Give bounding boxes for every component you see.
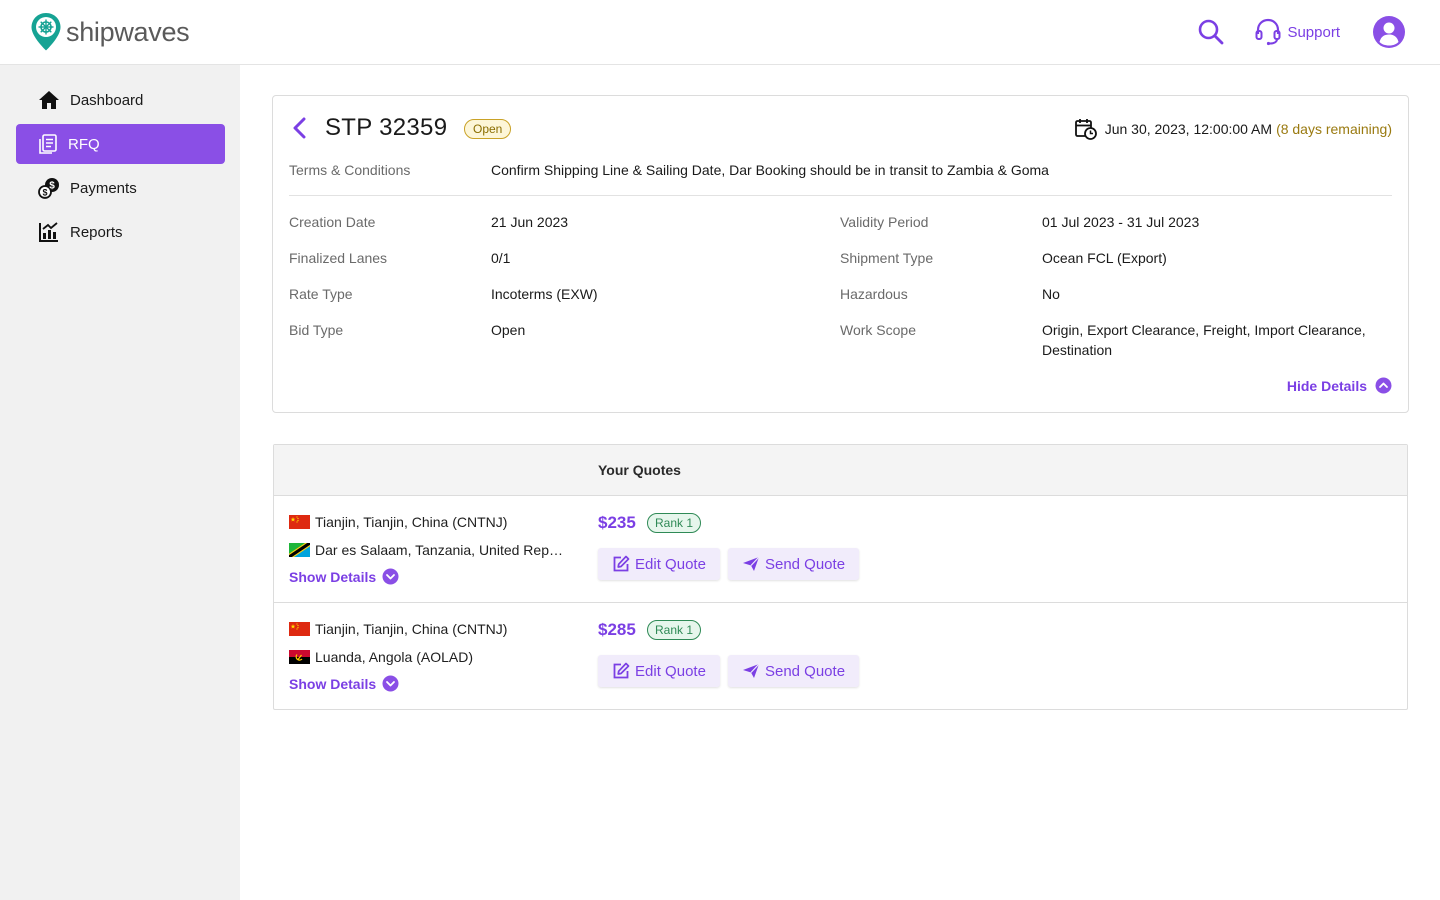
- origin-port-name: Tianjin, Tianjin, China (CNTNJ): [315, 621, 508, 637]
- sidebar-item-label: Reports: [70, 223, 123, 241]
- sidebar: Dashboard RFQ $ $ Payments Reports: [0, 65, 240, 900]
- chevron-left-icon: [293, 117, 306, 139]
- destination-port: Luanda, Angola (AOLAD): [289, 649, 473, 665]
- creation-date-label: Creation Date: [289, 214, 376, 230]
- origin-port: Tianjin, Tianjin, China (CNTNJ): [289, 514, 507, 530]
- destination-port: Dar es Salaam, Tanzania, United Republic…: [289, 542, 563, 558]
- finalized-lanes-label: Finalized Lanes: [289, 250, 388, 266]
- work-scope-label: Work Scope: [840, 322, 916, 338]
- sidebar-item-rfq[interactable]: RFQ: [16, 124, 225, 164]
- rate-type-value: Incoterms (EXW): [491, 286, 598, 302]
- destination-port-name: Dar es Salaam, Tanzania, United Republic…: [315, 542, 563, 558]
- origin-port: Tianjin, Tianjin, China (CNTNJ): [289, 621, 507, 637]
- calendar-clock-icon: [1074, 119, 1097, 140]
- paper-plane-icon: [742, 556, 760, 571]
- edit-quote-label: Edit Quote: [635, 662, 706, 680]
- work-scope-value: Origin, Export Clearance, Freight, Impor…: [1042, 322, 1366, 358]
- send-quote-label: Send Quote: [764, 662, 846, 680]
- support-button[interactable]: Support: [1255, 18, 1340, 46]
- validity-period-label: Validity Period: [840, 214, 929, 230]
- search-button[interactable]: [1197, 18, 1225, 46]
- edit-quote-button[interactable]: Edit Quote: [598, 655, 720, 687]
- back-button[interactable]: [289, 116, 309, 145]
- show-details-label: Show Details: [289, 675, 377, 692]
- headset-icon: [1255, 18, 1281, 46]
- send-quote-button[interactable]: Send Quote: [728, 548, 859, 580]
- sidebar-item-label: Dashboard: [70, 91, 144, 109]
- rfq-details-card: STP 32359 Open Jun 30, 2023, 12:00:00 AM…: [272, 95, 1409, 413]
- hazardous-label: Hazardous: [840, 286, 908, 302]
- sidebar-item-label: Payments: [70, 179, 137, 197]
- chevron-down-circle-icon: [382, 568, 399, 585]
- edit-icon: [613, 555, 630, 572]
- bar-chart-icon: [39, 222, 58, 242]
- coins-icon: $ $: [38, 178, 59, 199]
- edit-icon: [613, 662, 630, 679]
- validity-period-value: 01 Jul 2023 - 31 Jul 2023: [1042, 214, 1200, 230]
- shipment-type-value: Ocean FCL (Export): [1042, 250, 1167, 266]
- creation-date-value: 21 Jun 2023: [491, 214, 569, 230]
- rank-badge: Rank 1: [647, 513, 702, 533]
- search-icon: [1199, 19, 1224, 45]
- svg-text:$: $: [42, 188, 47, 198]
- support-label: Support: [1287, 23, 1340, 41]
- bid-type-label: Bid Type: [289, 322, 344, 338]
- quotes-table: Your Quotes Tianjin, Tianjin, China (CNT…: [273, 444, 1408, 710]
- hazardous-value: No: [1042, 286, 1060, 302]
- show-details-button[interactable]: Show Details: [289, 675, 399, 692]
- deadline: Jun 30, 2023, 12:00:00 AM (8 days remain…: [1074, 118, 1392, 140]
- bid-type-value: Open: [491, 322, 526, 338]
- user-avatar-icon: [1373, 16, 1405, 48]
- origin-port-name: Tianjin, Tianjin, China (CNTNJ): [315, 514, 508, 530]
- quote-row: Tianjin, Tianjin, China (CNTNJ) Dar es S…: [274, 496, 1407, 603]
- home-icon: [39, 91, 59, 109]
- terms-label: Terms & Conditions: [289, 162, 411, 178]
- sidebar-item-dashboard[interactable]: Dashboard: [16, 80, 225, 120]
- hide-details-label: Hide Details: [1286, 377, 1367, 394]
- quote-row: Tianjin, Tianjin, China (CNTNJ) Luanda, …: [274, 603, 1407, 710]
- rank-badge: Rank 1: [647, 620, 702, 640]
- rfq-title: STP 32359: [325, 114, 448, 141]
- show-details-label: Show Details: [289, 568, 377, 585]
- user-avatar-button[interactable]: [1372, 15, 1406, 49]
- quotes-table-header: Your Quotes: [274, 445, 1407, 496]
- quote-price: $235: [598, 513, 636, 532]
- your-quotes-header: Your Quotes: [598, 462, 681, 478]
- china-flag-icon: [289, 515, 310, 529]
- svg-text:$: $: [49, 181, 55, 192]
- finalized-lanes-value: 0/1: [491, 250, 511, 266]
- china-flag-icon: [289, 622, 310, 636]
- tanzania-flag-icon: [289, 543, 310, 557]
- send-quote-button[interactable]: Send Quote: [728, 655, 859, 687]
- send-quote-label: Send Quote: [764, 555, 846, 573]
- days-remaining: (8 days remaining): [1276, 121, 1392, 137]
- divider: [289, 195, 1392, 196]
- rate-type-label: Rate Type: [289, 286, 353, 302]
- sidebar-item-reports[interactable]: Reports: [16, 212, 225, 252]
- deadline-datetime: Jun 30, 2023, 12:00:00 AM: [1104, 121, 1273, 137]
- chevron-down-circle-icon: [382, 675, 399, 692]
- quote-price: $285: [598, 620, 636, 639]
- status-badge: Open: [464, 119, 512, 139]
- paper-plane-icon: [742, 663, 760, 678]
- chevron-up-circle-icon: [1375, 377, 1392, 394]
- sidebar-item-label: RFQ: [68, 135, 100, 153]
- edit-quote-label: Edit Quote: [635, 555, 706, 573]
- edit-quote-button[interactable]: Edit Quote: [598, 548, 720, 580]
- map-pin-logo-icon: [31, 13, 61, 51]
- logo-text: shipwaves: [66, 16, 190, 47]
- top-bar: shipwaves Support: [0, 0, 1440, 65]
- sidebar-item-payments[interactable]: $ $ Payments: [16, 168, 225, 208]
- logo[interactable]: shipwaves: [30, 12, 190, 52]
- destination-port-name: Luanda, Angola (AOLAD): [315, 649, 473, 665]
- hide-details-button[interactable]: Hide Details: [1287, 377, 1392, 394]
- document-list-icon: [39, 134, 57, 154]
- angola-flag-icon: [289, 650, 310, 664]
- shipment-type-label: Shipment Type: [840, 250, 934, 266]
- terms-value: Confirm Shipping Line & Sailing Date, Da…: [491, 162, 1049, 178]
- show-details-button[interactable]: Show Details: [289, 568, 399, 585]
